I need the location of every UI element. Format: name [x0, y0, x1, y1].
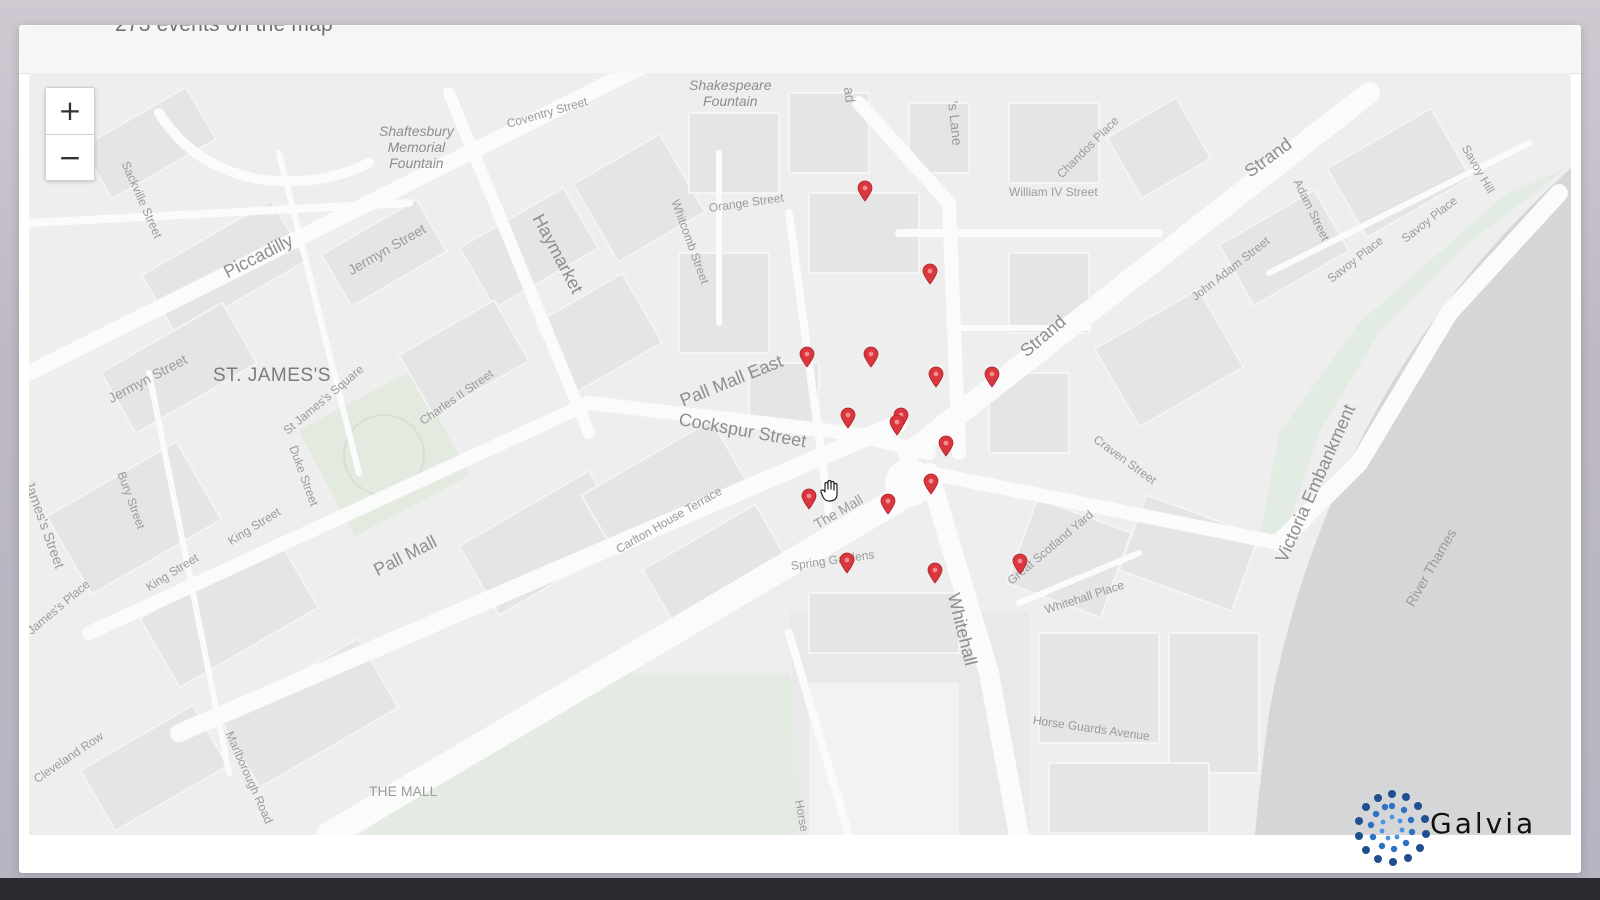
zoom-control: + −	[45, 87, 95, 181]
bottom-strip	[0, 878, 1600, 900]
event-marker[interactable]	[889, 414, 905, 436]
event-marker[interactable]	[984, 366, 1000, 388]
zoom-in-button[interactable]: +	[46, 88, 94, 134]
event-marker[interactable]	[839, 552, 855, 574]
event-marker[interactable]	[922, 263, 938, 285]
label-the-mall-area: THE MALL	[369, 783, 438, 799]
galvia-logo: Galvia	[1352, 788, 1562, 868]
panel-header: 273 events on the map	[19, 25, 1581, 74]
event-marker[interactable]	[801, 488, 817, 510]
event-marker[interactable]	[799, 346, 815, 368]
label-st-james-district: ST. JAMES'S	[213, 365, 331, 386]
label-road-top: ad	[841, 86, 859, 104]
event-marker[interactable]	[1012, 553, 1028, 575]
map-view[interactable]: Shakespeare Fountain Shaftesbury Memoria…	[29, 73, 1571, 835]
galvia-logo-icon	[1355, 790, 1430, 866]
event-marker[interactable]	[863, 346, 879, 368]
event-marker[interactable]	[857, 180, 873, 202]
galvia-wordmark: Galvia	[1430, 807, 1537, 840]
poi-shaftesbury-memorial-fountain: Shaftesbury Memorial Fountain	[379, 123, 454, 171]
event-marker[interactable]	[923, 473, 939, 495]
label-william-iv-street: William IV Street	[1009, 185, 1098, 199]
map-panel: 273 events on the map	[19, 25, 1581, 873]
poi-shakespeare-fountain: Shakespeare Fountain	[689, 77, 772, 109]
event-marker[interactable]	[927, 562, 943, 584]
event-marker[interactable]	[938, 435, 954, 457]
panel-title: 273 events on the map	[115, 25, 333, 37]
event-marker[interactable]	[840, 407, 856, 429]
event-marker[interactable]	[928, 366, 944, 388]
event-marker[interactable]	[880, 493, 896, 515]
zoom-out-button[interactable]: −	[46, 134, 94, 180]
grab-cursor-icon	[820, 479, 838, 502]
